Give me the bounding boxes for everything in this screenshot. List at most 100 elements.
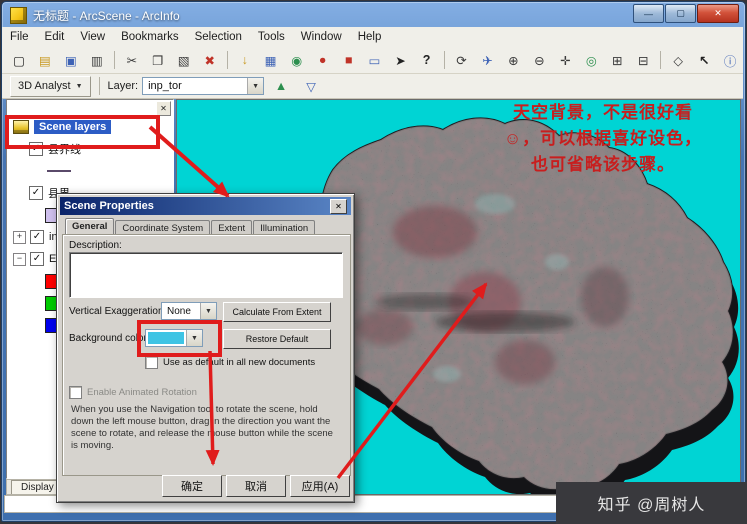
description-label: Description: <box>69 240 122 251</box>
expand-icon[interactable]: + <box>13 230 26 244</box>
navigate-orbit-icon[interactable]: ⟳ <box>450 49 474 71</box>
animated-rotation-checkbox-row[interactable]: Enable Animated Rotation <box>69 386 197 399</box>
menu-help[interactable]: Help <box>350 29 390 45</box>
background-color-dropdown[interactable]: ▼ <box>145 329 203 347</box>
delete-icon[interactable]: ✖ <box>198 49 222 71</box>
add-data-icon[interactable]: ↓ <box>233 49 257 71</box>
center-target-icon[interactable]: ◇ <box>666 49 690 71</box>
layer-checkbox[interactable]: ✓ <box>30 252 44 266</box>
toolbar-separator <box>98 77 100 95</box>
restore-default-button[interactable]: Restore Default <box>223 329 331 349</box>
standard-toolbar: ▢ ▤ ▣ ▥ ✂ ❐ ▧ ✖ ↓ ▦ ◉ ● ■ ▭ ➤ ? ⟳ ✈ ⊕ ⊖ … <box>2 47 743 74</box>
toc-header: ✕ <box>7 100 173 116</box>
cube-icon[interactable]: ■ <box>337 49 361 71</box>
toc-close-icon[interactable]: ✕ <box>156 100 171 116</box>
dialog-title-bar[interactable]: Scene Properties ✕ <box>60 197 351 215</box>
annotation-line: 天空背景，不是很好看 <box>513 103 693 122</box>
dialog-title: Scene Properties <box>64 200 154 212</box>
annotation-text: 天空背景，不是很好看 ☺，可以根据喜好设色， 也可省略该步骤。 <box>464 100 742 178</box>
minimize-button[interactable]: — <box>633 4 664 23</box>
select-features-icon[interactable]: ↖ <box>692 49 716 71</box>
scene-properties-dialog: Scene Properties ✕ General Coordinate Sy… <box>56 193 355 503</box>
chevron-down-icon[interactable]: ▼ <box>186 330 202 346</box>
menu-window[interactable]: Window <box>293 29 350 45</box>
layer-combobox[interactable]: inp_tor ▼ <box>142 77 265 95</box>
layer-checkbox[interactable]: ✓ <box>29 142 43 156</box>
full-extent-icon[interactable]: ◎ <box>579 49 603 71</box>
dialog-close-icon[interactable]: ✕ <box>330 198 347 214</box>
3d-analyst-label: 3D Analyst <box>18 80 71 92</box>
identify-icon[interactable]: ⓘ <box>718 49 742 71</box>
animated-rotation-checkbox[interactable] <box>69 386 82 399</box>
layer-label: Layer: <box>107 80 139 92</box>
launch-arcmap-icon[interactable]: ➤ <box>389 49 413 71</box>
new-document-icon[interactable]: ▢ <box>7 49 31 71</box>
fixed-zoom-out-icon[interactable]: ⊟ <box>631 49 655 71</box>
vertical-exaggeration-combobox[interactable]: None ▼ <box>161 302 217 320</box>
description-textarea[interactable] <box>69 252 343 298</box>
cancel-button[interactable]: 取消 <box>226 475 286 497</box>
scene-layers-icon <box>13 120 29 134</box>
vertical-exaggeration-label: Vertical Exaggeration: <box>69 306 167 317</box>
layer-value: inp_tor <box>148 80 182 92</box>
annotation-line: ☺，可以根据喜好设色， <box>503 129 703 148</box>
globe-icon[interactable]: ◉ <box>285 49 309 71</box>
map-window-icon[interactable]: ▭ <box>363 49 387 71</box>
background-color-label: Background color: <box>69 333 150 344</box>
layer-checkbox[interactable]: ✓ <box>29 186 43 200</box>
vertical-exaggeration-value: None <box>167 305 191 317</box>
use-default-checkbox-row[interactable]: Use as default in all new documents <box>145 356 315 369</box>
annotation-line: 也可省略该步骤。 <box>531 155 675 174</box>
menu-view[interactable]: View <box>72 29 113 45</box>
use-default-checkbox[interactable] <box>145 356 158 369</box>
interpolate-icon[interactable]: ▽ <box>299 75 323 97</box>
3d-analyst-menu-button[interactable]: 3D Analyst ▼ <box>10 75 91 97</box>
toolbar-separator <box>113 51 115 69</box>
help-icon[interactable]: ? <box>415 49 439 71</box>
sphere-icon[interactable]: ● <box>311 49 335 71</box>
ok-button[interactable]: 确定 <box>162 475 222 497</box>
pan-icon[interactable]: ✛ <box>553 49 577 71</box>
dialog-buttons: 确定 取消 应用(A) <box>162 475 350 497</box>
paste-icon[interactable]: ▧ <box>172 49 196 71</box>
open-folder-icon[interactable]: ▤ <box>33 49 57 71</box>
print-icon[interactable]: ▥ <box>85 49 109 71</box>
line-symbol-swatch <box>47 170 71 172</box>
save-icon[interactable]: ▣ <box>59 49 83 71</box>
chevron-down-icon[interactable]: ▼ <box>247 78 264 94</box>
zoom-in-icon[interactable]: ⊕ <box>501 49 525 71</box>
fly-icon[interactable]: ✈ <box>475 49 499 71</box>
toolbar-separator <box>226 51 228 69</box>
title-bar: 无标题 - ArcScene - ArcInfo <box>2 3 743 27</box>
layer-checkbox[interactable]: ✓ <box>30 230 44 244</box>
cut-icon[interactable]: ✂ <box>120 49 144 71</box>
menu-selection[interactable]: Selection <box>187 29 250 45</box>
window-title: 无标题 - ArcScene - ArcInfo <box>33 8 180 23</box>
apply-button[interactable]: 应用(A) <box>290 475 350 497</box>
toc-layer-item[interactable]: ✓ 县界线 <box>7 138 173 160</box>
toc-scene-layers-item[interactable]: Scene layers <box>7 116 173 138</box>
fixed-zoom-in-icon[interactable]: ⊞ <box>605 49 629 71</box>
close-button[interactable]: ✕ <box>697 4 739 23</box>
3d-analyst-toolbar: 3D Analyst ▼ Layer: inp_tor ▼ ▲ ▽ <box>2 74 743 99</box>
background-color-swatch <box>148 332 184 344</box>
app-icon <box>10 6 27 24</box>
toc-legend-row <box>7 160 173 182</box>
menu-tools[interactable]: Tools <box>250 29 293 45</box>
menu-file[interactable]: File <box>2 29 37 45</box>
menu-bar: File Edit View Bookmarks Selection Tools… <box>2 27 743 48</box>
create-tin-icon[interactable]: ▲ <box>269 75 293 97</box>
maximize-button[interactable]: ▢ <box>665 4 696 23</box>
chevron-down-icon: ▼ <box>75 82 83 90</box>
zoom-out-icon[interactable]: ⊖ <box>527 49 551 71</box>
calculate-from-extent-button[interactable]: Calculate From Extent <box>223 302 331 322</box>
menu-edit[interactable]: Edit <box>37 29 73 45</box>
watermark: 知乎 @周树人 <box>556 482 747 524</box>
scene-layers-label: Scene layers <box>34 120 112 134</box>
menu-bookmarks[interactable]: Bookmarks <box>113 29 187 45</box>
collapse-icon[interactable]: − <box>13 252 26 266</box>
chevron-down-icon[interactable]: ▼ <box>200 303 216 319</box>
rotation-help-text: When you use the Navigation tool to rota… <box>71 404 333 451</box>
copy-icon[interactable]: ❐ <box>146 49 170 71</box>
add-frame-icon[interactable]: ▦ <box>259 49 283 71</box>
